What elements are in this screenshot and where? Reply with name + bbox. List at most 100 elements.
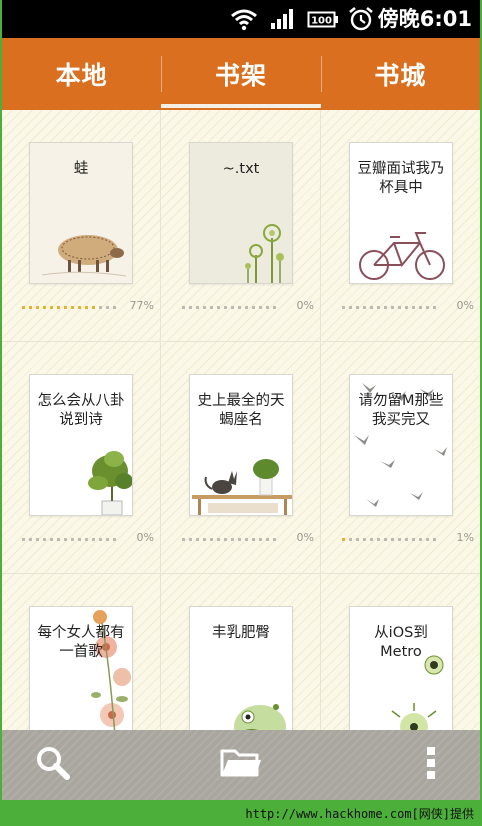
progress-dots (182, 305, 276, 309)
progress-dot (210, 305, 213, 309)
search-icon (33, 743, 73, 787)
progress-dot (217, 305, 220, 309)
progress-dot (412, 305, 415, 309)
book-cell[interactable]: 史上最全的天蝎座名 0% (162, 342, 321, 574)
plant-illustration (88, 451, 132, 515)
progress-dot (377, 305, 380, 309)
tab-bookshelf[interactable]: 书架 (161, 38, 321, 110)
book-cover[interactable]: ~.txt (189, 142, 293, 284)
book-cell[interactable]: 豆瓣面试我乃杯具中 0% (322, 110, 480, 342)
progress-dot (363, 305, 366, 309)
progress-dot (64, 537, 67, 541)
book-title: 豆瓣面试我乃杯具中 (357, 161, 445, 196)
book-title: 请勿留M那些我买完又 (358, 393, 444, 428)
progress-dot (99, 537, 102, 541)
progress-dot (419, 537, 422, 541)
progress-dot (64, 305, 67, 309)
progress-dot (349, 537, 352, 541)
progress-dot (71, 537, 74, 541)
book-cover[interactable]: 史上最全的天蝎座名 (189, 374, 293, 516)
progress-dot (92, 305, 95, 309)
tab-local[interactable]: 本地 (2, 38, 161, 110)
watermark-bar: http://www.hackhome.com[网侠]提供 (0, 800, 482, 826)
progress-dot (419, 305, 422, 309)
progress-dot (426, 537, 429, 541)
reading-progress: 0% (182, 299, 314, 312)
book-cover[interactable]: 豆瓣面试我乃杯具中 (349, 142, 453, 284)
progress-dot (189, 537, 192, 541)
app-window: 100 傍晚6:01 本地 书架 书城 蛙 77% ~.txt 0% 豆瓣面试我乃杯具中… (2, 0, 480, 800)
progress-dot (106, 537, 109, 541)
progress-dot (252, 537, 255, 541)
progress-dot (349, 305, 352, 309)
progress-dot (71, 305, 74, 309)
progress-dots (182, 537, 276, 541)
progress-dot (398, 305, 401, 309)
book-cell[interactable]: ~.txt 0% (162, 110, 321, 342)
more-button[interactable] (396, 730, 466, 800)
progress-dot (203, 305, 206, 309)
progress-dots (22, 305, 116, 309)
progress-dot (196, 537, 199, 541)
folder-button[interactable] (206, 730, 276, 800)
progress-dot (78, 305, 81, 309)
book-title: 蛙 (73, 161, 89, 177)
progress-dot (22, 305, 25, 309)
book-cover[interactable]: 从iOS到Metro (349, 606, 453, 748)
folder-icon (219, 745, 263, 785)
watermark-text: http://www.hackhome.com[网侠]提供 (245, 807, 474, 821)
progress-dot (50, 537, 53, 541)
progress-dot (50, 305, 53, 309)
battery-icon: 100 (307, 0, 339, 38)
search-button[interactable] (18, 730, 88, 800)
progress-dot (266, 305, 269, 309)
tab-bookstore[interactable]: 书城 (320, 38, 480, 110)
progress-dot (238, 305, 241, 309)
book-cell[interactable]: 蛙 77% (2, 110, 161, 342)
reading-progress: 77% (22, 299, 154, 312)
progress-dot (426, 305, 429, 309)
progress-dot (196, 305, 199, 309)
progress-dot (99, 305, 102, 309)
progress-percent: 0% (296, 299, 314, 312)
progress-dot (29, 537, 32, 541)
progress-dot (231, 537, 234, 541)
bottom-toolbar (2, 730, 480, 800)
progress-percent: 1% (456, 531, 474, 544)
progress-dot (182, 537, 185, 541)
progress-dot (43, 305, 46, 309)
bookshelf-grid: 蛙 77% ~.txt 0% 豆瓣面试我乃杯具中 0% 怎么会从八卦说到诗 0% 史上最全的天蝎… (2, 110, 480, 800)
progress-dot (85, 305, 88, 309)
progress-dot (29, 305, 32, 309)
progress-dot (370, 305, 373, 309)
progress-dot (92, 537, 95, 541)
progress-percent: 77% (129, 299, 154, 312)
progress-dot (356, 537, 359, 541)
progress-dot (363, 537, 366, 541)
progress-dot (57, 537, 60, 541)
book-cell[interactable]: 怎么会从八卦说到诗 0% (2, 342, 161, 574)
book-cell[interactable]: 请勿留M那些我买完又 1% (322, 342, 480, 574)
book-title: 怎么会从八卦说到诗 (37, 393, 125, 428)
reading-progress: 1% (342, 531, 474, 544)
progress-dot (231, 305, 234, 309)
progress-dot (342, 305, 345, 309)
progress-dot (398, 537, 401, 541)
progress-dot (391, 537, 394, 541)
progress-dot (245, 537, 248, 541)
status-clock: 傍晚6:01 (377, 7, 472, 31)
progress-dots (22, 537, 116, 541)
progress-dot (245, 305, 248, 309)
book-cover[interactable]: 每个女人都有一首歌 (29, 606, 133, 748)
book-cover[interactable]: 蛙 (29, 142, 133, 284)
status-bar: 100 傍晚6:01 (2, 0, 480, 38)
reading-progress: 0% (22, 531, 154, 544)
signal-icon (270, 0, 296, 38)
book-cover[interactable]: 怎么会从八卦说到诗 (29, 374, 133, 516)
book-cover[interactable]: 丰乳肥臀 (189, 606, 293, 748)
progress-percent: 0% (296, 531, 314, 544)
progress-dot (57, 305, 60, 309)
progress-dot (224, 537, 227, 541)
progress-dot (266, 537, 269, 541)
book-cover[interactable]: 请勿留M那些我买完又 (349, 374, 453, 516)
